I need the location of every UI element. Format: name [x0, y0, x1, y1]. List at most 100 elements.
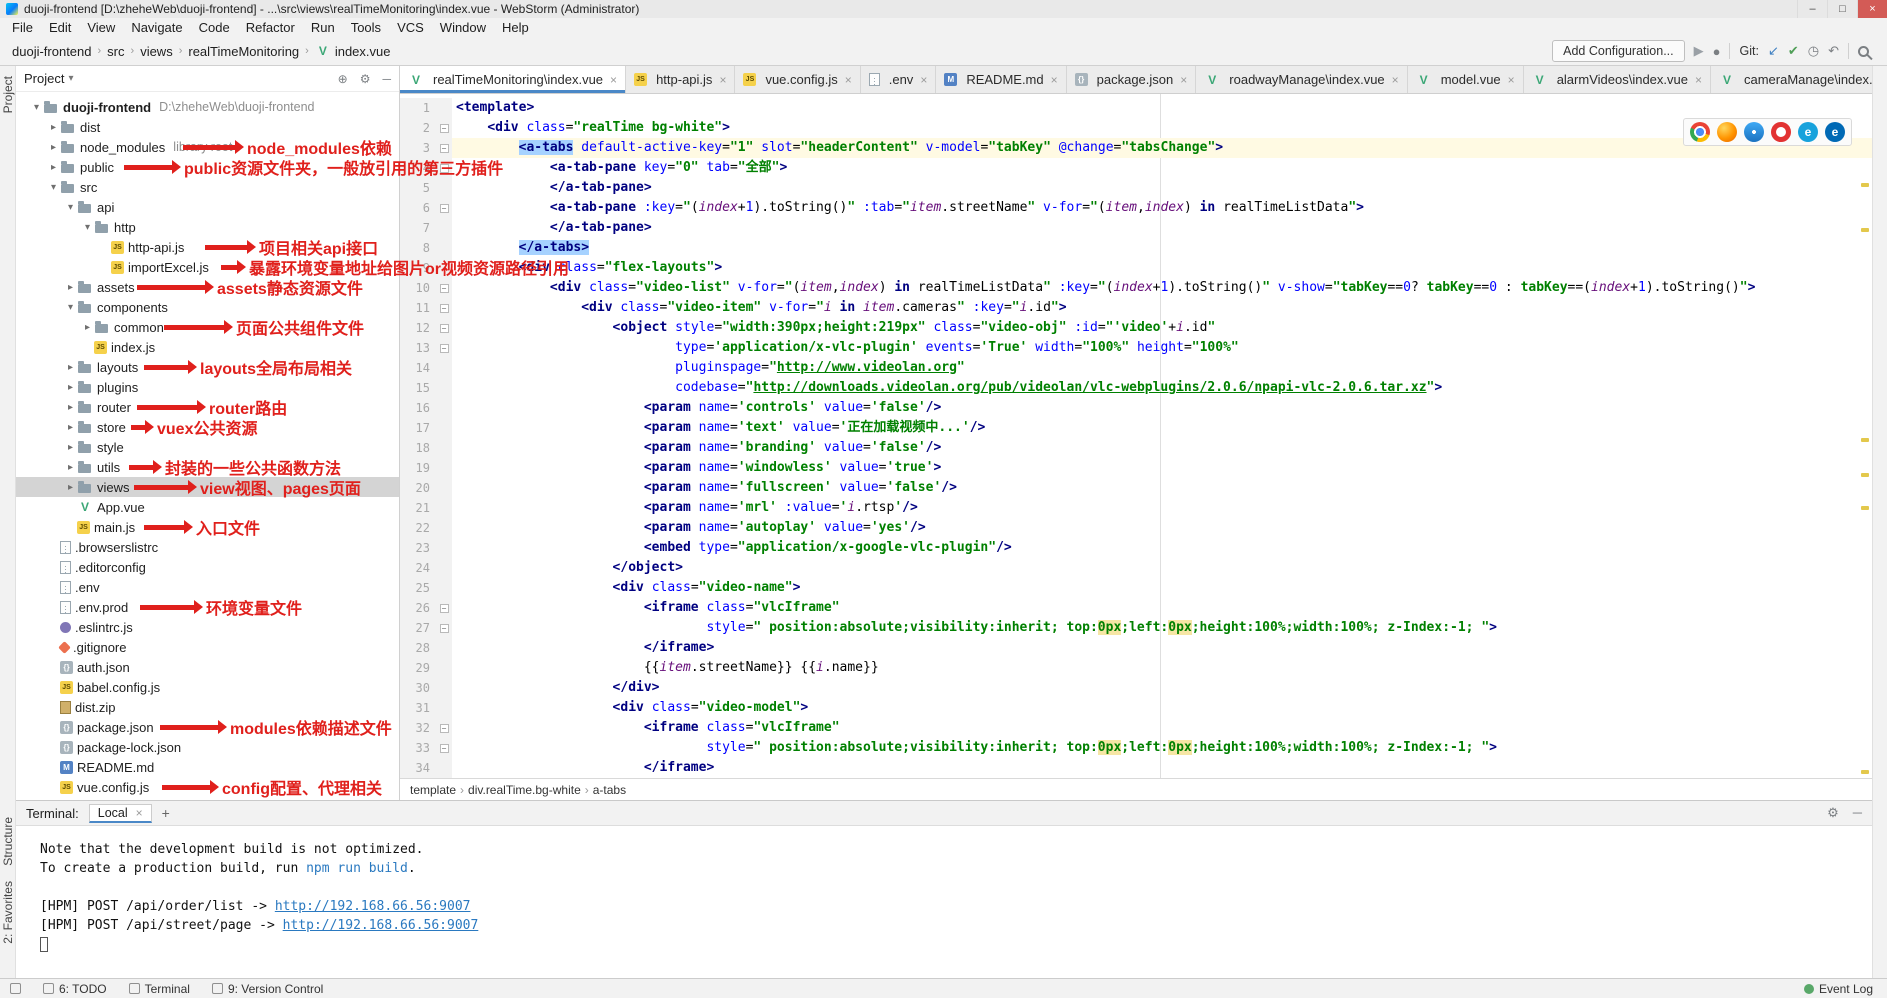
fold-icon[interactable]: − [440, 344, 449, 353]
code-line[interactable]: 28 </iframe> [400, 638, 1872, 658]
tree-item-http[interactable]: ▾http [16, 217, 399, 237]
tree-item-importexcel-js[interactable]: JSimportExcel.js [16, 257, 399, 277]
chevron-right-icon[interactable]: ▸ [64, 282, 77, 293]
tree-item-dist[interactable]: ▸dist [16, 117, 399, 137]
code-line[interactable]: 13− type='application/x-vlc-plugin' even… [400, 338, 1872, 358]
new-terminal-button[interactable]: + [162, 805, 170, 821]
chevron-right-icon[interactable]: ▸ [64, 482, 77, 493]
status-item-9-version-control[interactable]: 9: Version Control [212, 982, 323, 996]
breadcrumb-item-index-vue[interactable]: Vindex.vue [313, 42, 393, 61]
tree-item-eslintrc-js[interactable]: .eslintrc.js [16, 617, 399, 637]
fold-icon[interactable]: − [440, 744, 449, 753]
tree-item-utils[interactable]: ▸utils [16, 457, 399, 477]
tree-item-components[interactable]: ▾components [16, 297, 399, 317]
status-item-terminal[interactable]: Terminal [129, 982, 190, 996]
editor-tab-realtimemonitoring-index-vue[interactable]: VrealTimeMonitoring\index.vue× [400, 66, 626, 93]
tree-item-node-modules[interactable]: ▸node_moduleslibrary root [16, 137, 399, 157]
opera-icon[interactable] [1771, 122, 1791, 142]
chevron-down-icon[interactable]: ▾ [30, 102, 43, 113]
chrome-icon[interactable] [1690, 122, 1710, 142]
menu-item-navigate[interactable]: Navigate [123, 20, 190, 35]
editor-tab-alarmvideos-index-vue[interactable]: ValarmVideos\index.vue× [1524, 66, 1711, 93]
chevron-right-icon[interactable]: ▸ [64, 442, 77, 453]
tree-item-env[interactable]: .env [16, 577, 399, 597]
editor-tab-cameramanage-index-vue[interactable]: VcameraManage\index.vue× [1711, 66, 1872, 93]
tree-item-assets[interactable]: ▸assets [16, 277, 399, 297]
code-line[interactable]: 18 <param name='branding' value='false'/… [400, 438, 1872, 458]
tree-item-app-vue[interactable]: VApp.vue [16, 497, 399, 517]
code-line[interactable]: 8 </a-tabs> [400, 238, 1872, 258]
code-line[interactable]: 30 </div> [400, 678, 1872, 698]
code-line[interactable]: 25 <div class="video-name"> [400, 578, 1872, 598]
close-icon[interactable]: × [136, 806, 143, 820]
safari-icon[interactable] [1744, 122, 1764, 142]
code-line[interactable]: 11− <div class="video-item" v-for="i in … [400, 298, 1872, 318]
code-line[interactable]: 21 <param name='mrl' :value='i.rtsp'/> [400, 498, 1872, 518]
code-line[interactable]: 15 codebase="http://downloads.videolan.o… [400, 378, 1872, 398]
gear-icon[interactable]: ⚙ [1827, 805, 1839, 821]
tree-item-dist-zip[interactable]: dist.zip [16, 697, 399, 717]
tree-item-auth-json[interactable]: {}auth.json [16, 657, 399, 677]
close-icon[interactable]: × [1508, 73, 1515, 87]
menu-item-help[interactable]: Help [494, 20, 537, 35]
close-icon[interactable]: × [920, 73, 927, 87]
tool-stripe-project[interactable]: Project [1, 76, 15, 113]
terminal-output[interactable]: Note that the development build is not o… [16, 826, 1872, 978]
code-line[interactable]: 4− <a-tab-pane key="0" tab="全部"> [400, 158, 1872, 178]
fold-icon[interactable]: − [440, 284, 449, 293]
tree-item-babel-config-js[interactable]: JSbabel.config.js [16, 677, 399, 697]
tree-item-style[interactable]: ▸style [16, 437, 399, 457]
chevron-right-icon[interactable]: ▸ [81, 322, 94, 333]
tree-item-package-json[interactable]: {}package.json [16, 717, 399, 737]
chevron-down-icon[interactable]: ▾ [64, 302, 77, 313]
editor-tab-http-api-js[interactable]: JShttp-api.js× [626, 66, 735, 93]
close-icon[interactable]: × [610, 73, 617, 87]
close-icon[interactable]: × [1392, 73, 1399, 87]
close-icon[interactable]: × [845, 73, 852, 87]
editor-tab-roadwaymanage-index-vue[interactable]: VroadwayManage\index.vue× [1196, 66, 1407, 93]
fold-icon[interactable]: − [440, 624, 449, 633]
tree-item-store[interactable]: ▸store [16, 417, 399, 437]
code-line[interactable]: 1<template> [400, 98, 1872, 118]
code-line[interactable]: 24 </object> [400, 558, 1872, 578]
search-icon[interactable] [1858, 46, 1869, 57]
hide-panel-icon[interactable]: ─ [382, 72, 391, 86]
breadcrumb-item-duoji-frontend[interactable]: duoji-frontend [10, 42, 94, 61]
tool-stripe-2-favorites[interactable]: 2: Favorites [1, 881, 15, 944]
close-icon[interactable]: × [1180, 73, 1187, 87]
code-line[interactable]: 17 <param name='text' value='正在加载视频中...'… [400, 418, 1872, 438]
tree-item-package-lock-json[interactable]: {}package-lock.json [16, 737, 399, 757]
terminal-tab-local[interactable]: Local × [89, 804, 152, 823]
chevron-right-icon[interactable]: ▸ [64, 462, 77, 473]
fold-icon[interactable]: − [440, 724, 449, 733]
tree-item-api[interactable]: ▾api [16, 197, 399, 217]
code-line[interactable]: 6− <a-tab-pane :key="(index+1).toString(… [400, 198, 1872, 218]
tree-item-common[interactable]: ▸common [16, 317, 399, 337]
code-line[interactable]: 34 </iframe> [400, 758, 1872, 778]
tool-stripe-structure[interactable]: Structure [1, 817, 15, 866]
chevron-right-icon[interactable]: ▸ [64, 402, 77, 413]
firefox-icon[interactable] [1717, 122, 1737, 142]
tree-item-editorconfig[interactable]: .editorconfig [16, 557, 399, 577]
fold-icon[interactable]: − [440, 144, 449, 153]
code-line[interactable]: 20 <param name='fullscreen' value='false… [400, 478, 1872, 498]
fold-icon[interactable]: − [440, 304, 449, 313]
menu-item-file[interactable]: File [4, 20, 41, 35]
code-line[interactable]: 7 </a-tab-pane> [400, 218, 1872, 238]
breadcrumb-item-src[interactable]: src [105, 42, 126, 61]
gear-icon[interactable]: ⚙ [360, 72, 371, 86]
tree-item-duoji-frontend[interactable]: ▾duoji-frontendD:\zheheWeb\duoji-fronten… [16, 97, 399, 117]
ie-icon[interactable]: e [1798, 122, 1818, 142]
menu-item-run[interactable]: Run [303, 20, 343, 35]
menu-item-view[interactable]: View [79, 20, 123, 35]
code-line[interactable]: 14 pluginspage="http://www.videolan.org" [400, 358, 1872, 378]
git-update-icon[interactable]: ↙ [1768, 43, 1779, 59]
hide-panel-icon[interactable]: ─ [1853, 805, 1862, 821]
git-commit-icon[interactable]: ✔ [1788, 43, 1799, 59]
fold-icon[interactable]: − [440, 204, 449, 213]
fold-icon[interactable]: − [440, 164, 449, 173]
menu-item-refactor[interactable]: Refactor [238, 20, 303, 35]
chevron-down-icon[interactable]: ▾ [47, 182, 60, 193]
tree-item-public[interactable]: ▸public [16, 157, 399, 177]
editor-tab-model-vue[interactable]: Vmodel.vue× [1408, 66, 1524, 93]
